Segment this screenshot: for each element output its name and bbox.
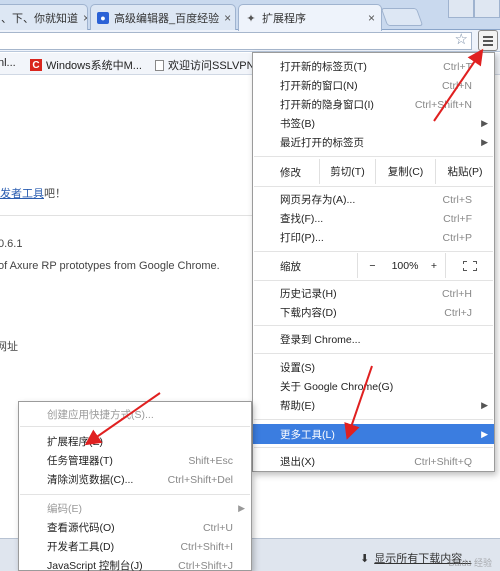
submenu-encoding: 编码(E) ▶ bbox=[47, 503, 245, 515]
new-tab-button[interactable] bbox=[380, 8, 424, 26]
close-icon[interactable]: × bbox=[368, 11, 375, 25]
menu-separator bbox=[254, 280, 493, 281]
submenu-js-console[interactable]: JavaScript 控制台(J) Ctrl+Shift+J bbox=[19, 556, 251, 571]
submenu-create-shortcut: 创建应用快捷方式(S)... bbox=[47, 409, 154, 421]
page-text-line: 发者工具吧！ bbox=[0, 188, 66, 200]
menu-exit[interactable]: 退出(X) Ctrl+Shift+Q bbox=[253, 452, 494, 471]
menu-recent-tabs[interactable]: 最近打开的标签页 ▶ bbox=[253, 133, 494, 152]
menu-bookmarks[interactable]: 书签(B) ▶ bbox=[253, 114, 494, 133]
more-tools-submenu: 创建应用快捷方式(S)... 扩展程序(E) 任务管理器(T) Shift+Esc… bbox=[18, 401, 252, 571]
zoom-in-button[interactable]: + bbox=[423, 253, 445, 278]
puzzle-icon: ✦ bbox=[246, 12, 256, 25]
baidu-watermark: Baidu 经验 bbox=[448, 558, 492, 568]
bookmark-item[interactable]: nl... bbox=[0, 57, 16, 69]
chevron-right-icon: ▶ bbox=[238, 503, 245, 513]
page-icon bbox=[155, 59, 164, 71]
menu-new-incognito[interactable]: 打开新的隐身窗口(I) Ctrl+Shift+N bbox=[253, 95, 494, 114]
c-logo-icon: C bbox=[30, 59, 42, 71]
menu-separator bbox=[254, 156, 493, 157]
close-icon[interactable]: × bbox=[83, 11, 87, 25]
menu-separator bbox=[254, 325, 493, 326]
menu-new-tab[interactable]: 打开新的标签页(T) Ctrl+T bbox=[253, 57, 494, 76]
menu-history[interactable]: 历史记录(H) Ctrl+H bbox=[253, 284, 494, 303]
divider bbox=[0, 215, 252, 216]
chrome-menu: 打开新的标签页(T) Ctrl+T 打开新的窗口(N) Ctrl+N 打开新的隐身窗… bbox=[252, 52, 495, 472]
menu-separator bbox=[254, 186, 493, 187]
devtools-link[interactable]: 发者工具 bbox=[0, 188, 44, 200]
tab-title: 、下、你就知道 bbox=[1, 12, 78, 25]
chevron-right-icon: ▶ bbox=[481, 428, 488, 439]
window-controls bbox=[448, 0, 500, 18]
tab-baidu-jingyan[interactable]: ● 高级编辑器_百度经验 × bbox=[90, 4, 236, 30]
chevron-right-icon: ▶ bbox=[481, 118, 488, 128]
menu-downloads[interactable]: 下载内容(D) Ctrl+J bbox=[253, 303, 494, 322]
minimize-button[interactable] bbox=[448, 0, 474, 18]
close-icon[interactable]: × bbox=[224, 11, 231, 25]
menu-about-chrome[interactable]: 关于 Google Chrome(G) bbox=[253, 377, 494, 396]
menu-separator bbox=[20, 426, 250, 427]
bookmark-item[interactable]: C Windows系统中M... bbox=[30, 57, 142, 73]
menu-new-window[interactable]: 打开新的窗口(N) Ctrl+N bbox=[253, 76, 494, 95]
paste-button[interactable]: 粘贴(P) bbox=[435, 159, 494, 184]
download-icon: ⬇ bbox=[360, 552, 370, 565]
submenu-developer-tools[interactable]: 开发者工具(D) Ctrl+Shift+I bbox=[19, 537, 251, 556]
fullscreen-button[interactable] bbox=[445, 253, 494, 278]
tab-strip: 、下、你就知道 × ● 高级编辑器_百度经验 × ✦ 扩展程序 × bbox=[0, 0, 500, 31]
menu-find[interactable]: 查找(F)... Ctrl+F bbox=[253, 209, 494, 228]
description-text: of Axure RP prototypes from Google Chrom… bbox=[0, 260, 220, 272]
zoom-out-button[interactable]: − bbox=[357, 253, 387, 278]
menu-separator bbox=[254, 353, 493, 354]
menu-separator bbox=[254, 447, 493, 448]
star-icon[interactable]: ☆ bbox=[455, 31, 468, 49]
chevron-right-icon: ▶ bbox=[481, 137, 488, 147]
toolbar: ☆ bbox=[0, 30, 500, 52]
bookmark-item[interactable]: 欢迎访问SSLVPN bbox=[155, 57, 255, 73]
menu-settings[interactable]: 设置(S) bbox=[253, 358, 494, 377]
address-bar[interactable] bbox=[0, 32, 472, 50]
fullscreen-icon bbox=[463, 260, 477, 271]
menu-sign-in[interactable]: 登录到 Chrome... bbox=[253, 330, 494, 349]
menu-print[interactable]: 打印(P)... Ctrl+P bbox=[253, 228, 494, 247]
tab-baidu-search[interactable]: 、下、你就知道 × bbox=[0, 4, 88, 30]
menu-separator bbox=[254, 251, 493, 252]
tab-title: 扩展程序 bbox=[262, 13, 306, 25]
tab-extensions[interactable]: ✦ 扩展程序 × bbox=[238, 4, 382, 31]
cut-button[interactable]: 剪切(T) bbox=[319, 159, 375, 184]
menu-save-page-as[interactable]: 网页另存为(A)... Ctrl+S bbox=[253, 190, 494, 209]
menu-help[interactable]: 帮助(E) ▶ bbox=[253, 396, 494, 415]
hamburger-icon bbox=[483, 35, 493, 38]
paw-icon: ● bbox=[97, 11, 109, 24]
menu-separator bbox=[20, 494, 250, 495]
maximize-button[interactable] bbox=[474, 0, 500, 18]
chevron-right-icon: ▶ bbox=[481, 400, 488, 410]
version-text: 0.6.1 bbox=[0, 238, 23, 250]
tab-title: 高级编辑器_百度经验 bbox=[114, 12, 220, 25]
submenu-clear-browsing-data[interactable]: 清除浏览数据(C)... Ctrl+Shift+Del bbox=[19, 470, 251, 489]
submenu-view-source[interactable]: 查看源代码(O) Ctrl+U bbox=[19, 518, 251, 537]
copy-button[interactable]: 复制(C) bbox=[375, 159, 435, 184]
zoom-level: 100% bbox=[391, 259, 419, 272]
menu-zoom-row: 缩放 − 100% + bbox=[253, 253, 494, 278]
chrome-menu-button[interactable] bbox=[478, 30, 498, 51]
submenu-extensions[interactable]: 扩展程序(E) bbox=[19, 432, 251, 451]
menu-edit-row: 修改 剪切(T) 复制(C) 粘贴(P) bbox=[253, 159, 494, 184]
submenu-task-manager[interactable]: 任务管理器(T) Shift+Esc bbox=[19, 451, 251, 470]
menu-separator bbox=[254, 419, 493, 420]
menu-more-tools[interactable]: 更多工具(L) ▶ bbox=[253, 424, 494, 444]
url-label: 网址 bbox=[0, 341, 18, 353]
